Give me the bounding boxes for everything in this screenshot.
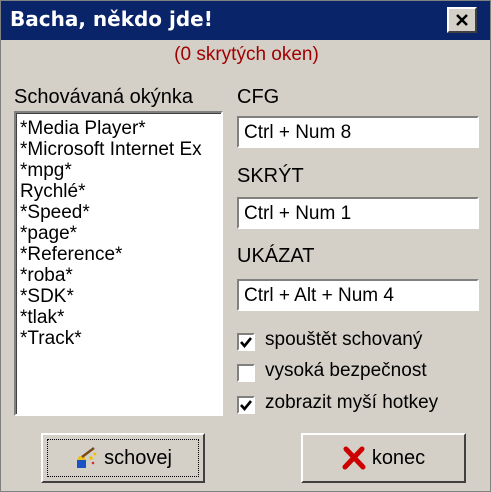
hide-button[interactable]: schovej bbox=[41, 433, 205, 483]
show-mouse-hotkey-label: zobrazit myší hotkey bbox=[265, 392, 439, 413]
start-hidden-checkbox[interactable] bbox=[237, 333, 255, 351]
list-item[interactable]: *Media Player* bbox=[20, 118, 146, 139]
start-hidden-label: spouštět schovaný bbox=[265, 329, 423, 350]
dialog-window: Bacha, někdo jde! (0 skrytých oken) Scho… bbox=[0, 0, 491, 492]
list-item[interactable]: *tlak* bbox=[20, 307, 64, 328]
hide-hotkey-value: Ctrl + Num 1 bbox=[244, 203, 352, 224]
show-hotkey-field[interactable]: Ctrl + Alt + Num 4 bbox=[237, 279, 479, 311]
cfg-label: CFG bbox=[237, 86, 280, 108]
high-security-checkbox[interactable] bbox=[237, 364, 255, 382]
hidden-windows-label: Schovávaná okýnka bbox=[14, 86, 194, 108]
list-item[interactable]: *Track* bbox=[20, 328, 82, 349]
exit-button-label: konec bbox=[371, 446, 426, 469]
hidden-windows-list[interactable]: *Media Player* *Microsoft Internet Ex *mpg… bbox=[14, 111, 223, 416]
broom-icon bbox=[77, 447, 97, 468]
exit-button[interactable]: konec bbox=[301, 433, 466, 483]
close-icon bbox=[456, 14, 468, 26]
show-mouse-hotkey-checkbox[interactable] bbox=[237, 396, 255, 414]
hidden-count-status: (0 skrytých oken) bbox=[174, 44, 319, 65]
checkmark-icon bbox=[240, 400, 253, 412]
cfg-hotkey-value: Ctrl + Num 8 bbox=[244, 122, 352, 143]
show-label: UKÁZAT bbox=[237, 245, 315, 267]
list-item[interactable]: Rychlé* bbox=[20, 181, 85, 202]
title-bar: Bacha, někdo jde! bbox=[1, 1, 490, 40]
list-item[interactable]: *Reference* bbox=[20, 244, 122, 265]
hide-hotkey-field[interactable]: Ctrl + Num 1 bbox=[237, 197, 479, 229]
list-item[interactable]: *SDK* bbox=[20, 286, 74, 307]
list-item[interactable]: *Microsoft Internet Ex bbox=[20, 139, 202, 160]
red-x-icon bbox=[342, 446, 366, 470]
high-security-label: vysoká bezpečnost bbox=[265, 360, 427, 381]
window-title: Bacha, někdo jde! bbox=[10, 7, 213, 31]
list-item[interactable]: *roba* bbox=[20, 265, 73, 286]
show-hotkey-value: Ctrl + Alt + Num 4 bbox=[244, 285, 394, 306]
hide-button-label: schovej bbox=[104, 446, 172, 469]
cfg-hotkey-field[interactable]: Ctrl + Num 8 bbox=[237, 116, 479, 148]
hide-label: SKRÝT bbox=[237, 165, 304, 187]
list-item[interactable]: *mpg* bbox=[20, 160, 72, 181]
close-button[interactable] bbox=[447, 7, 477, 33]
list-item[interactable]: *Speed* bbox=[20, 202, 90, 223]
checkmark-icon bbox=[240, 337, 253, 349]
list-item[interactable]: *page* bbox=[20, 223, 77, 244]
